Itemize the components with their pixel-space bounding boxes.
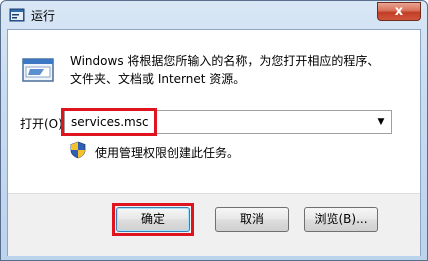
input-highlight-box — [61, 108, 157, 136]
title-bar[interactable]: 运行 x — [1, 1, 427, 29]
dialog-content: Windows 将根据您所输入的名称，为您打开相应的程序、 文件夹、文档或 In… — [7, 29, 421, 256]
window-title: 运行 — [31, 9, 56, 23]
admin-note: 使用管理权限创建此任务。 — [95, 146, 240, 160]
browse-button[interactable]: 浏览(B)... — [304, 207, 378, 232]
uac-shield-icon — [70, 141, 86, 159]
run-app-icon — [9, 8, 25, 22]
run-dialog-icon — [22, 58, 54, 82]
dialog-description: Windows 将根据您所输入的名称，为您打开相应的程序、 文件夹、文档或 In… — [70, 52, 410, 88]
close-button[interactable]: x — [377, 2, 421, 21]
cancel-button[interactable]: 取消 — [215, 207, 289, 232]
description-line-2: 文件夹、文档或 Internet 资源。 — [70, 72, 246, 86]
run-dialog-window: 运行 x Windows 将根据您所输入的名称，为您打开相应的程序、 文件夹、文… — [0, 0, 428, 261]
description-line-1: Windows 将根据您所输入的名称，为您打开相应的程序、 — [70, 54, 380, 68]
chevron-down-icon[interactable]: ▼ — [373, 113, 389, 131]
close-icon: x — [394, 4, 404, 19]
ok-highlight-box — [112, 203, 194, 236]
open-label: 打开(O): — [20, 117, 67, 131]
